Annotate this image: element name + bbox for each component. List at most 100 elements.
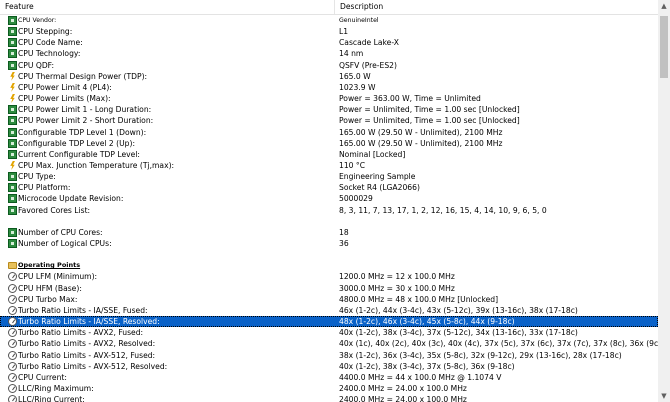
feature-value: Nominal [Locked] xyxy=(339,149,406,159)
cpu-chip-icon xyxy=(8,49,17,59)
feature-label: CPU Code Name: xyxy=(18,38,83,48)
feature-value: L1 xyxy=(339,27,349,37)
feature-value: GenuineIntel xyxy=(339,17,379,24)
table-row[interactable]: CPU Power Limit 2 - Short Duration: Power… xyxy=(0,115,658,126)
scroll-thumb[interactable] xyxy=(660,16,668,78)
table-row[interactable]: Current Configurable TDP Level: Nominal [… xyxy=(0,149,658,160)
table-row[interactable]: Number of Logical CPUs: 36 xyxy=(0,238,658,249)
feature-label: CPU Technology: xyxy=(18,49,81,59)
feature-label: CPU Current: xyxy=(18,372,67,382)
feature-value: 4400.0 MHz = 44 x 100.0 MHz @ 1.1074 V xyxy=(339,372,502,382)
cpuid-feature-window: Feature Description CPU Vendor: GenuineIn… xyxy=(0,0,670,402)
feature-label: CPU Platform: xyxy=(18,183,71,193)
cpu-chip-icon xyxy=(8,105,17,115)
table-row[interactable]: CPU Type: Engineering Sample xyxy=(0,171,658,182)
feature-value: 14 nm xyxy=(339,49,364,59)
gauge-icon xyxy=(8,305,17,315)
gauge-icon xyxy=(8,350,17,360)
table-row[interactable]: CPU Power Limit 1 - Long Duration: Power … xyxy=(0,104,658,115)
cpu-chip-icon xyxy=(8,227,17,237)
table-row[interactable]: CPU QDF: QSFV (Pre-ES2) xyxy=(0,60,658,71)
feature-value: Engineering Sample xyxy=(339,172,416,182)
feature-value: 1023.9 W xyxy=(339,82,376,92)
cpu-chip-icon xyxy=(8,138,17,148)
feature-value: 48x (1-2c), 46x (3-4c), 45x (5-8c), 44x … xyxy=(339,317,515,327)
feature-value: 36 xyxy=(339,239,349,248)
table-row[interactable]: CPU Max. Junction Temperature (Tj,max): 1… xyxy=(0,160,658,171)
table-row[interactable]: CPU Power Limit 4 (PL4): 1023.9 W xyxy=(0,82,658,93)
gauge-icon xyxy=(8,361,17,371)
list-header: Feature Description xyxy=(0,0,658,15)
feature-list[interactable]: CPU Vendor: GenuineIntel CPU Stepping: L1 CP… xyxy=(0,15,658,402)
feature-label: Microcode Update Revision: xyxy=(18,194,124,204)
feature-value: 2400.0 MHz = 24.00 x 100.0 MHz xyxy=(339,383,467,393)
section-header[interactable]: Operating Points xyxy=(0,260,658,271)
feature-label: CPU Turbo Max: xyxy=(18,294,78,304)
feature-label: Configurable TDP Level 1 (Down): xyxy=(18,127,147,137)
folder-icon xyxy=(8,262,17,270)
table-row[interactable]: LLC/Ring Maximum: 2400.0 MHz = 24.00 x 10… xyxy=(0,383,658,394)
feature-value: 40x (1-2c), 38x (3-4c), 37x (5-8c), 36x … xyxy=(339,361,515,371)
gauge-icon xyxy=(8,283,17,293)
gauge-icon xyxy=(8,383,17,393)
feature-label: CPU Power Limit 1 - Long Duration: xyxy=(18,105,152,115)
feature-value: 46x (1-2c), 44x (3-4c), 43x (5-12c), 39x… xyxy=(339,305,578,315)
feature-value: Power = 363.00 W, Time = Unlimited xyxy=(339,94,481,104)
table-row[interactable]: CPU Thermal Design Power (TDP): 165.0 W xyxy=(0,71,658,82)
feature-label: CPU Power Limit 2 - Short Duration: xyxy=(18,116,154,126)
table-row[interactable]: Turbo Ratio Limits - IA/SSE, Fused: 46x (… xyxy=(0,305,658,316)
gauge-icon xyxy=(8,272,17,282)
cpu-chip-icon xyxy=(8,239,17,248)
feature-label: Number of Logical CPUs: xyxy=(18,239,112,248)
lightning-icon xyxy=(8,161,17,170)
feature-value: 3000.0 MHz = 30 x 100.0 MHz xyxy=(339,283,455,293)
feature-value: Power = Unlimited, Time = 1.00 sec [Unlo… xyxy=(339,116,520,126)
table-row[interactable]: CPU Technology: 14 nm xyxy=(0,48,658,59)
column-header-description[interactable]: Description xyxy=(335,0,663,14)
gauge-icon xyxy=(8,328,17,338)
spacer-row[interactable] xyxy=(0,249,658,260)
cpu-chip-icon xyxy=(8,38,17,48)
table-row[interactable]: CPU Stepping: L1 xyxy=(0,26,658,37)
table-row[interactable]: Turbo Ratio Limits - AVX2, Fused: 40x (1-… xyxy=(0,327,658,338)
feature-value: Cascade Lake-X xyxy=(339,38,399,48)
table-row[interactable]: Microcode Update Revision: 5000029 xyxy=(0,193,658,204)
feature-label: Turbo Ratio Limits - IA/SSE, Resolved: xyxy=(18,317,160,327)
table-row[interactable]: CPU Turbo Max: 4800.0 MHz = 48 x 100.0 MH… xyxy=(0,294,658,305)
table-row[interactable]: Configurable TDP Level 1 (Down): 165.00 W… xyxy=(0,127,658,138)
table-row[interactable]: CPU Current: 4400.0 MHz = 44 x 100.0 MHz … xyxy=(0,372,658,383)
gauge-icon xyxy=(8,395,17,402)
feature-label: CPU QDF: xyxy=(18,60,55,70)
feature-label: CPU Max. Junction Temperature (Tj,max): xyxy=(18,160,175,170)
table-row[interactable]: Turbo Ratio Limits - IA/SSE, Resolved: 48… xyxy=(0,316,658,328)
table-row[interactable]: CPU Power Limits (Max): Power = 363.00 W,… xyxy=(0,93,658,104)
table-row[interactable]: CPU Vendor: GenuineIntel xyxy=(0,15,658,26)
feature-value: 165.00 W (29.50 W - Unlimited), 2100 MHz xyxy=(339,138,503,148)
table-row[interactable]: CPU Platform: Socket R4 (LGA2066) xyxy=(0,182,658,193)
table-row[interactable]: CPU Code Name: Cascade Lake-X xyxy=(0,37,658,48)
table-row[interactable]: Turbo Ratio Limits - AVX2, Resolved: 40x … xyxy=(0,338,658,349)
cpu-chip-icon xyxy=(8,116,17,126)
table-row[interactable]: LLC/Ring Current: 2400.0 MHz = 24.00 x 10… xyxy=(0,394,658,402)
feature-value: 165.0 W xyxy=(339,71,371,81)
scroll-down-button[interactable]: ▼ xyxy=(658,390,670,402)
table-row[interactable]: CPU HFM (Base): 3000.0 MHz = 30 x 100.0 M… xyxy=(0,283,658,294)
table-row[interactable]: Turbo Ratio Limits - AVX-512, Fused: 38x … xyxy=(0,350,658,361)
feature-label: CPU Stepping: xyxy=(18,27,73,37)
feature-value: 165.00 W (29.50 W - Unlimited), 2100 MHz xyxy=(339,127,503,137)
table-row[interactable]: Number of CPU Cores: 18 xyxy=(0,227,658,238)
table-row[interactable]: Turbo Ratio Limits - AVX-512, Resolved: 4… xyxy=(0,361,658,372)
table-row[interactable]: Favored Cores List: 8, 3, 11, 7, 13, 17, … xyxy=(0,205,658,216)
table-row[interactable]: CPU LFM (Minimum): 1200.0 MHz = 12 x 100.… xyxy=(0,271,658,282)
column-header-feature[interactable]: Feature xyxy=(0,0,335,14)
feature-label: LLC/Ring Current: xyxy=(18,395,85,402)
scroll-up-button[interactable]: ▲ xyxy=(658,0,670,12)
feature-value: QSFV (Pre-ES2) xyxy=(339,60,397,70)
feature-label: CPU Type: xyxy=(18,172,56,182)
feature-value: 5000029 xyxy=(339,194,373,204)
table-row[interactable]: Configurable TDP Level 2 (Up): 165.00 W (… xyxy=(0,138,658,149)
vertical-scrollbar[interactable]: ▲ ▼ xyxy=(658,0,670,402)
feature-label: Turbo Ratio Limits - AVX2, Fused: xyxy=(18,328,144,338)
spacer-row[interactable] xyxy=(0,216,658,227)
feature-value: Power = Unlimited, Time = 1.00 sec [Unlo… xyxy=(339,105,520,115)
